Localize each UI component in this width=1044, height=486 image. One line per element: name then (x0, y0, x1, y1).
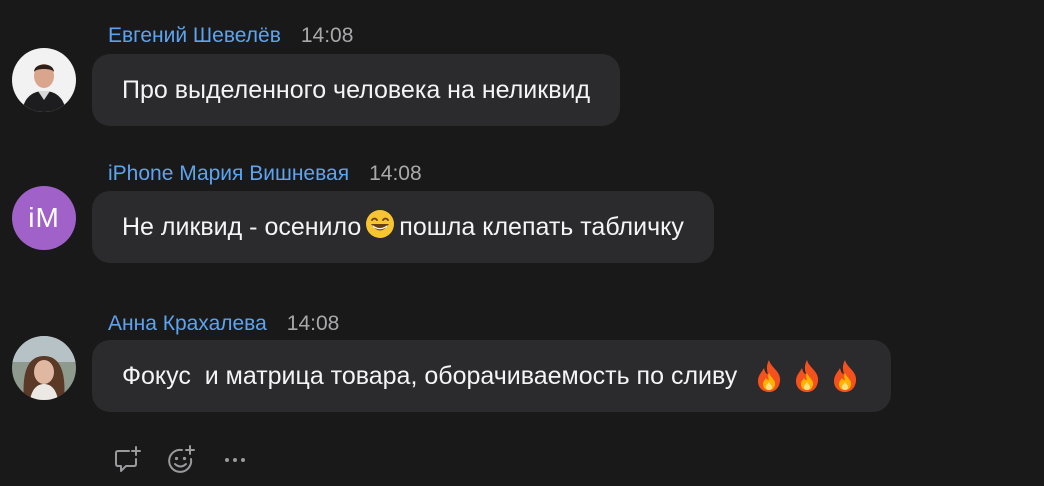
message-bubble: Фокус и матрица товара, оборачиваемость … (92, 340, 892, 412)
grinning-face-emoji-icon (365, 209, 395, 246)
add-reaction-button[interactable] (164, 443, 198, 477)
reply-thread-icon (115, 446, 141, 472)
reply-thread-button[interactable] (110, 443, 144, 477)
message-actions (110, 442, 252, 478)
avatar[interactable]: iM (12, 186, 76, 250)
more-icon (225, 458, 245, 462)
message-text: Фокус и матрица товара, оборачиваемость … (122, 361, 738, 390)
author-name[interactable]: Анна Крахалева (108, 312, 267, 336)
message-text: Не ликвид - осенило (122, 212, 362, 241)
message-text: Про выделенного человека на неликвид (122, 75, 591, 104)
fire-reactions (753, 359, 861, 393)
message-bubble: Про выделенного человека на неликвид (92, 54, 621, 126)
user-photo-icon (12, 336, 76, 400)
message-time: 14:08 (286, 312, 340, 335)
message-meta: iPhone Мария Вишневая 14:08 (108, 162, 422, 186)
message-time: 14:08 (369, 162, 422, 185)
avatar[interactable] (12, 336, 76, 400)
fire-emoji-icon (834, 360, 857, 392)
user-photo-icon (12, 48, 76, 112)
fire-emoji-icon (796, 360, 819, 392)
add-reaction-icon (168, 445, 195, 473)
message-text: пошла клепать табличку (399, 212, 684, 241)
message-time: 14:08 (300, 24, 354, 47)
message-meta: Евгений Шевелёв 14:08 (108, 24, 353, 48)
avatar[interactable] (12, 48, 76, 112)
avatar-initials: iM (28, 202, 60, 233)
message-bubble: Не ликвид - осенило пошла клепать таблич… (92, 191, 714, 263)
author-name[interactable]: Евгений Шевелёв (108, 24, 281, 48)
more-button[interactable] (218, 443, 252, 477)
author-name[interactable]: iPhone Мария Вишневая (108, 162, 349, 186)
message-meta: Анна Крахалева 14:08 (108, 312, 339, 336)
fire-emoji-icon (758, 360, 781, 392)
